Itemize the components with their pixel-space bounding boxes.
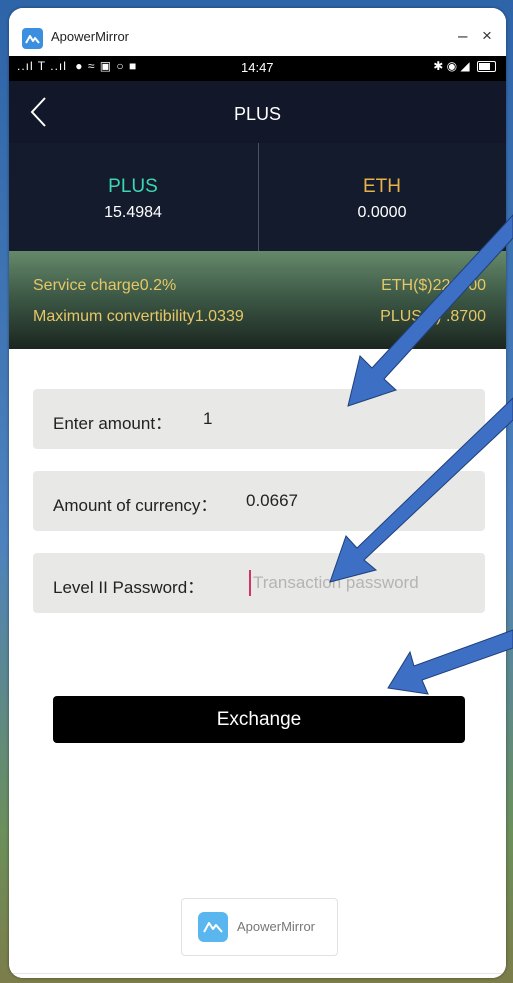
window-titlebar: ApowerMirror – × xyxy=(9,8,506,56)
password-input[interactable] xyxy=(249,570,473,596)
balance-name: PLUS xyxy=(108,176,158,197)
amount-label: Enter amount： xyxy=(53,414,173,433)
rate-info-panel: Service charge0.2% ETH($)222. 00 Maximum… xyxy=(9,251,506,349)
balance-panel: PLUS 15.4984 ETH 0.0000 xyxy=(9,143,506,251)
balance-value: 15.4984 xyxy=(104,204,162,221)
exchange-button[interactable]: Exchange xyxy=(53,696,465,743)
service-charge: Service charge0.2% xyxy=(33,277,177,294)
balance-eth[interactable]: ETH 0.0000 xyxy=(258,143,506,251)
apowermirror-window: ApowerMirror – × ..ıl T ..ıl ● ≈ ▣ ○ ■ 1… xyxy=(9,8,506,978)
balance-plus[interactable]: PLUS 15.4984 xyxy=(9,143,257,251)
currency-amount-field: Amount of currency： 0.0667 xyxy=(33,471,485,531)
battery-icon xyxy=(477,61,496,73)
eth-price: ETH($)222. 00 xyxy=(381,277,486,294)
balance-name: ETH xyxy=(363,176,401,197)
balance-value: 0.0000 xyxy=(357,204,407,221)
status-bar: ..ıl T ..ıl ● ≈ ▣ ○ ■ 14:47 ✱ ◉ ◢ xyxy=(9,56,506,81)
phone-screen: ..ıl T ..ıl ● ≈ ▣ ○ ■ 14:47 ✱ ◉ ◢ PLUS P… xyxy=(9,56,506,978)
window-title: ApowerMirror xyxy=(51,29,130,44)
close-button[interactable]: × xyxy=(482,26,492,46)
bluetooth-icon: ✱ xyxy=(433,59,444,73)
page-title: PLUS xyxy=(233,104,282,124)
wifi-icon: ◢ xyxy=(460,59,470,73)
plus-price: PLUS($) .8700 xyxy=(380,308,486,325)
apowermirror-badge: ApowerMirror xyxy=(181,898,338,956)
info-row-convertibility: Maximum convertibility1.0339 PLUS($) .87… xyxy=(33,308,486,326)
signal-text: ..ıl T ..ıl xyxy=(17,59,67,73)
password-label: Level II Password： xyxy=(53,578,205,597)
nav-bar: PLUS xyxy=(9,81,506,143)
nfc-icon: ◉ xyxy=(446,59,458,73)
android-nav-bar xyxy=(9,973,506,978)
status-signal: ..ıl T ..ıl ● ≈ ▣ ○ ■ xyxy=(17,59,137,73)
max-convertibility: Maximum convertibility1.0339 xyxy=(33,308,244,325)
minimize-button[interactable]: – xyxy=(458,26,467,46)
password-field[interactable]: Level II Password： xyxy=(33,553,485,613)
status-right-icons: ✱ ◉ ◢ xyxy=(433,59,496,73)
badge-text: ApowerMirror xyxy=(237,919,316,934)
amount-value[interactable]: 1 xyxy=(203,409,212,429)
info-row-charge: Service charge0.2% ETH($)222. 00 xyxy=(33,277,486,295)
currency-value: 0.0667 xyxy=(246,491,298,510)
currency-label: Amount of currency： xyxy=(53,496,218,515)
apowermirror-badge-logo-icon xyxy=(198,912,228,942)
notification-icons: ● ≈ ▣ ○ ■ xyxy=(75,59,138,73)
status-time: 14:47 xyxy=(241,60,274,75)
amount-field[interactable]: Enter amount： 1 xyxy=(33,389,485,449)
apowermirror-logo-icon xyxy=(22,28,43,49)
